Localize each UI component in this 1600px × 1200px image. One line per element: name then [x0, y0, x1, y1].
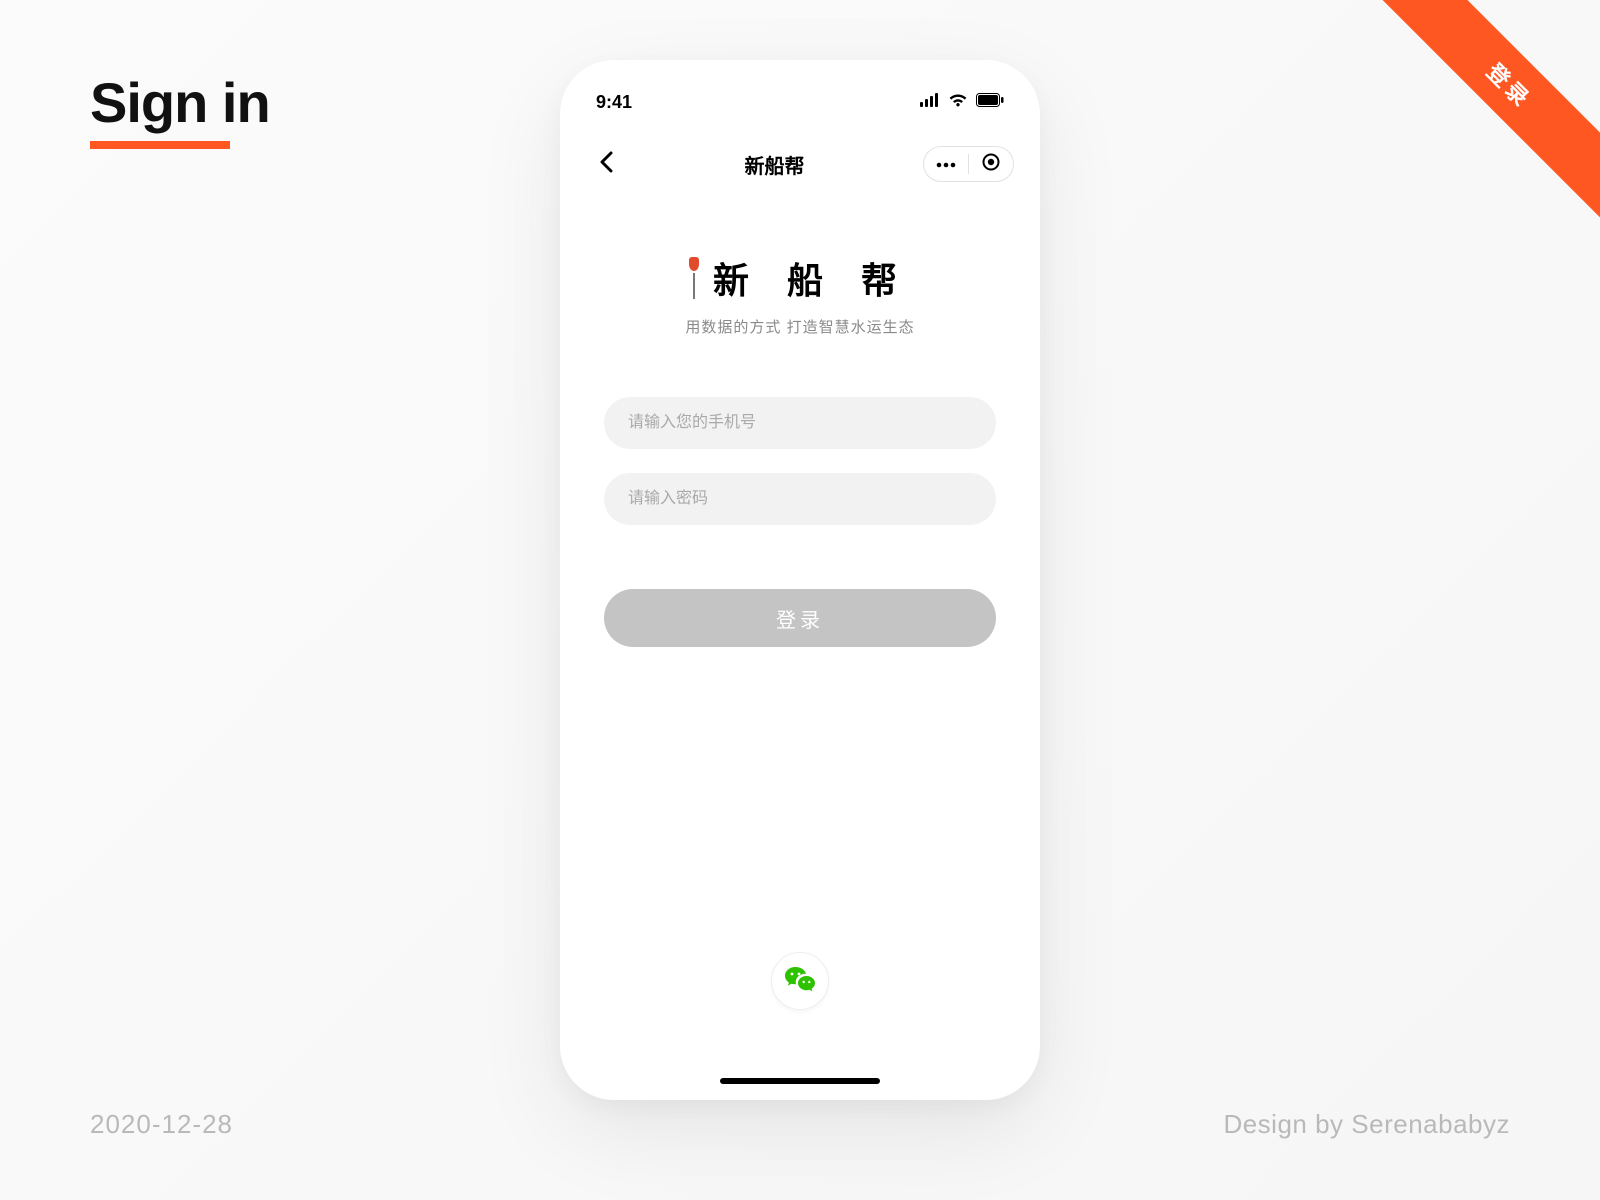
status-bar: 9:41 [560, 74, 1040, 130]
capsule-close-button[interactable] [969, 147, 1013, 181]
chevron-left-icon [599, 151, 613, 178]
ribbon-label: 登录 [1362, 0, 1600, 233]
nav-bar: 新船帮 [560, 136, 1040, 192]
target-icon [982, 153, 1000, 176]
phone-input[interactable] [604, 397, 996, 449]
battery-icon [976, 93, 1004, 112]
cellular-icon [920, 93, 940, 112]
brand-title: 新 船 帮 [713, 252, 911, 304]
back-button[interactable] [586, 144, 626, 184]
heading-underline [90, 141, 230, 149]
phone-mockup: 9:41 新船帮 [560, 60, 1040, 1100]
miniprogram-capsule [923, 146, 1014, 182]
wechat-icon [784, 965, 816, 998]
footer-credit: Design by Serenababyz [1223, 1109, 1510, 1140]
wifi-icon [948, 93, 968, 112]
brand-block: 新 船 帮 用数据的方式 打造智慧水运生态 [560, 252, 1040, 337]
wechat-login-button[interactable] [771, 952, 829, 1010]
home-indicator [720, 1078, 880, 1084]
password-input[interactable] [604, 473, 996, 525]
capsule-more-button[interactable] [924, 147, 968, 181]
social-login-row [560, 952, 1040, 1010]
corner-ribbon: 登录 [1340, 0, 1600, 260]
nav-title: 新船帮 [745, 150, 805, 179]
status-time: 9:41 [596, 92, 632, 113]
more-icon [936, 155, 956, 173]
login-button[interactable]: 登录 [604, 589, 996, 647]
page-title: Sign in [90, 70, 270, 135]
footer-date: 2020-12-28 [90, 1109, 233, 1140]
login-form: 登录 [560, 397, 1040, 647]
brand-subtitle: 用数据的方式 打造智慧水运生态 [560, 316, 1040, 337]
page-heading: Sign in [90, 70, 270, 149]
status-indicators [920, 93, 1004, 112]
brand-logo-icon [689, 257, 699, 299]
